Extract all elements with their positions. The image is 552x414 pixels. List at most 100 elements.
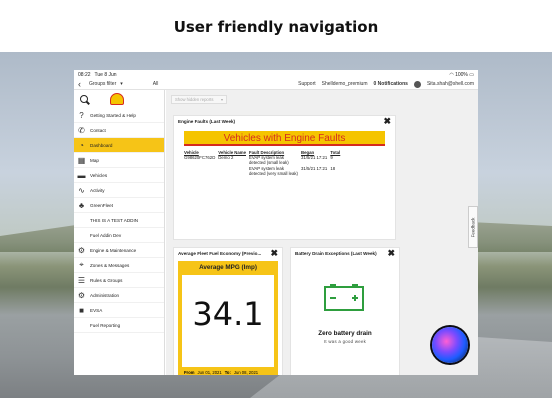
- chevron-down-icon[interactable]: ▾: [120, 81, 123, 87]
- table-cell: 9: [330, 155, 333, 160]
- app-top-bar: ‹ Groups filter ▾ All Support Shelldemo_…: [74, 79, 478, 90]
- table-cell: [218, 166, 249, 177]
- sidebar-item-label: Activity: [90, 187, 105, 193]
- table-cell: EVAP system leak detected (very small le…: [249, 166, 298, 176]
- sidebar-item[interactable]: ▬ Vehicles: [74, 168, 164, 183]
- sidebar-item[interactable]: Fuel Reporting: [74, 318, 164, 333]
- sidebar-item-label: Fuel Reporting: [90, 322, 121, 328]
- hidden-reports-placeholder: Show hidden reports: [175, 97, 214, 102]
- sidebar-item-label: Vehicles: [90, 172, 108, 178]
- table-cell: EVAP system leak detected (small leak): [249, 155, 289, 165]
- feedback-tab[interactable]: Feedback: [468, 206, 478, 248]
- sidebar-item[interactable]: ∿ Activity: [74, 183, 164, 198]
- groups-filter-label[interactable]: Groups filter: [89, 81, 116, 87]
- faults-table: Vehicle Vehicle Name Fault Description Bega…: [184, 150, 343, 177]
- fuel-economy-header: Average Fleet Fuel Economy (Previo... ✖: [174, 248, 282, 259]
- sidebar: ? Getting Started & Help ✆ Contact ◔ Dashboar…: [74, 90, 165, 375]
- sidebar-item[interactable]: ⌖ Zones & Messages: [74, 258, 164, 273]
- sidebar-item[interactable]: ⚙ Engine & Maintenance: [74, 243, 164, 258]
- close-icon[interactable]: ✖: [383, 117, 391, 126]
- table-row: EVAP system leak detected (very small le…: [184, 166, 343, 177]
- table-row: G98620FC762D Demo 2 EVAP system leak detec…: [184, 155, 343, 166]
- user-email[interactable]: Sita.shah@shell.com: [427, 81, 474, 87]
- sidebar-item[interactable]: ■ EVSA: [74, 303, 164, 318]
- engine-faults-header: Engine Faults (Last Week) ✖: [174, 116, 395, 127]
- to-date: Jun 08, 2021: [233, 369, 259, 375]
- sidebar-item-label: Fuel Addin Dev: [90, 232, 122, 238]
- table-cell: 31/5/21 17:21: [301, 166, 328, 171]
- shell-logo: [110, 93, 124, 105]
- to-label: To:: [224, 369, 231, 375]
- sidebar-item-label: Administration: [90, 292, 120, 298]
- sidebar-item[interactable]: ☰ Rules & Groups: [74, 273, 164, 288]
- from-label: From: [184, 369, 195, 375]
- battery-drain-headline: Zero battery drain: [318, 330, 372, 337]
- card-title: Battery Drain Exceptions (Last Week): [295, 251, 377, 256]
- activity-icon: ∿: [78, 185, 85, 195]
- fuel-economy-card: Average Fleet Fuel Economy (Previo... ✖ …: [173, 247, 283, 375]
- table-cell: [184, 166, 218, 177]
- engine-faults-card: Engine Faults (Last Week) ✖ Vehicles wit…: [173, 115, 396, 240]
- card-title: Engine Faults (Last Week): [178, 119, 236, 124]
- battery-drain-header: Battery Drain Exceptions (Last Week) ✖: [291, 248, 399, 259]
- greenfleet-icon: ♣: [78, 200, 85, 210]
- sidebar-item-label: Dashboard: [90, 142, 113, 148]
- battery-level: 100%: [455, 71, 468, 78]
- hidden-reports-select[interactable]: Show hidden reports ▾: [171, 95, 227, 104]
- phone-icon: ✆: [78, 125, 85, 135]
- close-icon[interactable]: ✖: [270, 249, 278, 258]
- battery-icon: ▭: [469, 71, 474, 78]
- table-cell: Demo 2: [218, 155, 234, 160]
- mpg-panel: Average MPG (Imp) 34.1 From Jun 01, 2021…: [178, 261, 278, 375]
- chevron-down-icon: ▾: [220, 97, 223, 102]
- siri-orb-icon[interactable]: [432, 327, 468, 363]
- sidebar-item[interactable]: ⚙ Administration: [74, 288, 164, 303]
- sidebar-item[interactable]: ▦ Map: [74, 153, 164, 168]
- card-title: Average Fleet Fuel Economy (Previo...: [178, 251, 262, 256]
- sidebar-item-label: Map: [90, 157, 99, 163]
- marketing-headline: User friendly navigation: [173, 18, 379, 36]
- sidebar-nav: ? Getting Started & Help ✆ Contact ◔ Dashboar…: [74, 108, 164, 333]
- close-icon[interactable]: ✖: [387, 249, 395, 258]
- from-date: Jun 01, 2021: [197, 369, 222, 375]
- mpg-header: Average MPG (Imp): [182, 261, 274, 275]
- back-chevron-icon[interactable]: ‹: [78, 79, 81, 89]
- sidebar-item-label: EVSA: [90, 307, 103, 313]
- zones-icon: ⌖: [79, 260, 84, 269]
- gear-icon: ⚙: [77, 290, 86, 300]
- sidebar-header: [74, 90, 164, 108]
- feedback-label: Feedback: [470, 217, 476, 237]
- status-bar: 08:22 Tue 8 Jun ◠ 100% ▭: [74, 70, 478, 79]
- map-icon: ▦: [77, 155, 86, 165]
- search-icon[interactable]: [80, 95, 88, 103]
- user-database[interactable]: Shelldemo_premium: [322, 81, 368, 87]
- rules-icon: ☰: [77, 275, 86, 285]
- notifications-link[interactable]: 0 Notifications: [374, 81, 408, 87]
- sidebar-item[interactable]: Fuel Addin Dev: [74, 228, 164, 243]
- car-battery-icon: [324, 284, 364, 311]
- sidebar-item-label: GreenFleet: [90, 202, 113, 208]
- status-date: Tue 8 Jun: [94, 71, 117, 78]
- sidebar-item-label: Getting Started & Help: [90, 112, 136, 118]
- table-cell: 18: [330, 166, 336, 171]
- table-cell: 31/5/21 17:21: [301, 155, 328, 160]
- status-time: 08:22: [78, 71, 91, 78]
- sidebar-item[interactable]: THIS IS A TEST ADDIN: [74, 213, 164, 228]
- sidebar-item-label: Rules & Groups: [90, 277, 123, 283]
- sidebar-item[interactable]: ♣ GreenFleet: [74, 198, 164, 213]
- truck-icon: ▬: [77, 170, 86, 180]
- sidebar-item[interactable]: ✆ Contact: [74, 123, 164, 138]
- sidebar-item[interactable]: ◔ Dashboard: [74, 138, 164, 153]
- evsa-icon: ■: [79, 305, 84, 315]
- mpg-date-range: From Jun 01, 2021 To: Jun 08, 2021: [182, 367, 274, 375]
- support-link[interactable]: Support: [298, 81, 316, 87]
- help-icon: ?: [79, 110, 84, 120]
- sidebar-item-label: THIS IS A TEST ADDIN: [90, 217, 139, 223]
- engine-icon: ⚙: [77, 245, 86, 255]
- battery-drain-subtext: It was a good week: [323, 339, 367, 344]
- sidebar-item[interactable]: ? Getting Started & Help: [74, 108, 164, 123]
- sidebar-item-label: Engine & Maintenance: [90, 247, 137, 253]
- battery-drain-card: Battery Drain Exceptions (Last Week) ✖ Z…: [290, 247, 400, 375]
- groups-filter-value[interactable]: All: [153, 81, 159, 87]
- user-avatar-icon[interactable]: [413, 80, 421, 88]
